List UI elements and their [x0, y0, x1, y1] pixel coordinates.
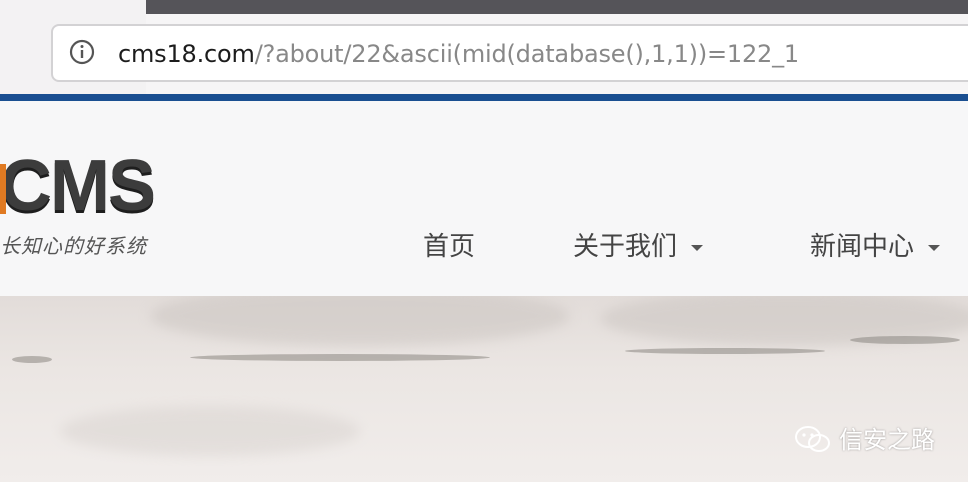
banner-stroke [190, 354, 490, 361]
nav-label: 关于我们 [573, 232, 678, 262]
banner-stroke [625, 348, 825, 354]
nav-item-about[interactable]: 关于我们 [573, 228, 704, 266]
logo-accent-mark [0, 164, 6, 214]
site-logo[interactable]: CMS [0, 146, 156, 226]
url-text[interactable]: cms18.com/?about/22&ascii(mid(database()… [118, 39, 799, 69]
nav-label: 新闻中心 [810, 232, 915, 262]
banner-mist [150, 296, 570, 346]
banner-mist [60, 406, 360, 456]
watermark-text: 信安之路 [839, 426, 935, 454]
header-accent-line [0, 94, 968, 101]
watermark: 信安之路 [793, 424, 935, 456]
nav-label: 首页 [423, 232, 476, 262]
url-path: /?about/22&ascii(mid(database(),1,1))=12… [254, 40, 799, 68]
banner-stroke [850, 336, 960, 344]
url-host: cms18.com [118, 40, 255, 68]
chevron-down-icon [691, 244, 704, 251]
banner-stroke [12, 356, 52, 363]
logo-text: CMS [0, 146, 156, 226]
chevron-down-icon [928, 244, 941, 251]
wechat-icon [795, 426, 830, 452]
nav-item-news[interactable]: 新闻中心 [810, 228, 941, 266]
tab-strip [146, 0, 968, 14]
nav-item-home[interactable]: 首页 [423, 228, 475, 266]
site-slogan: 长知心的好系统 [0, 234, 147, 258]
info-icon[interactable] [68, 38, 96, 66]
